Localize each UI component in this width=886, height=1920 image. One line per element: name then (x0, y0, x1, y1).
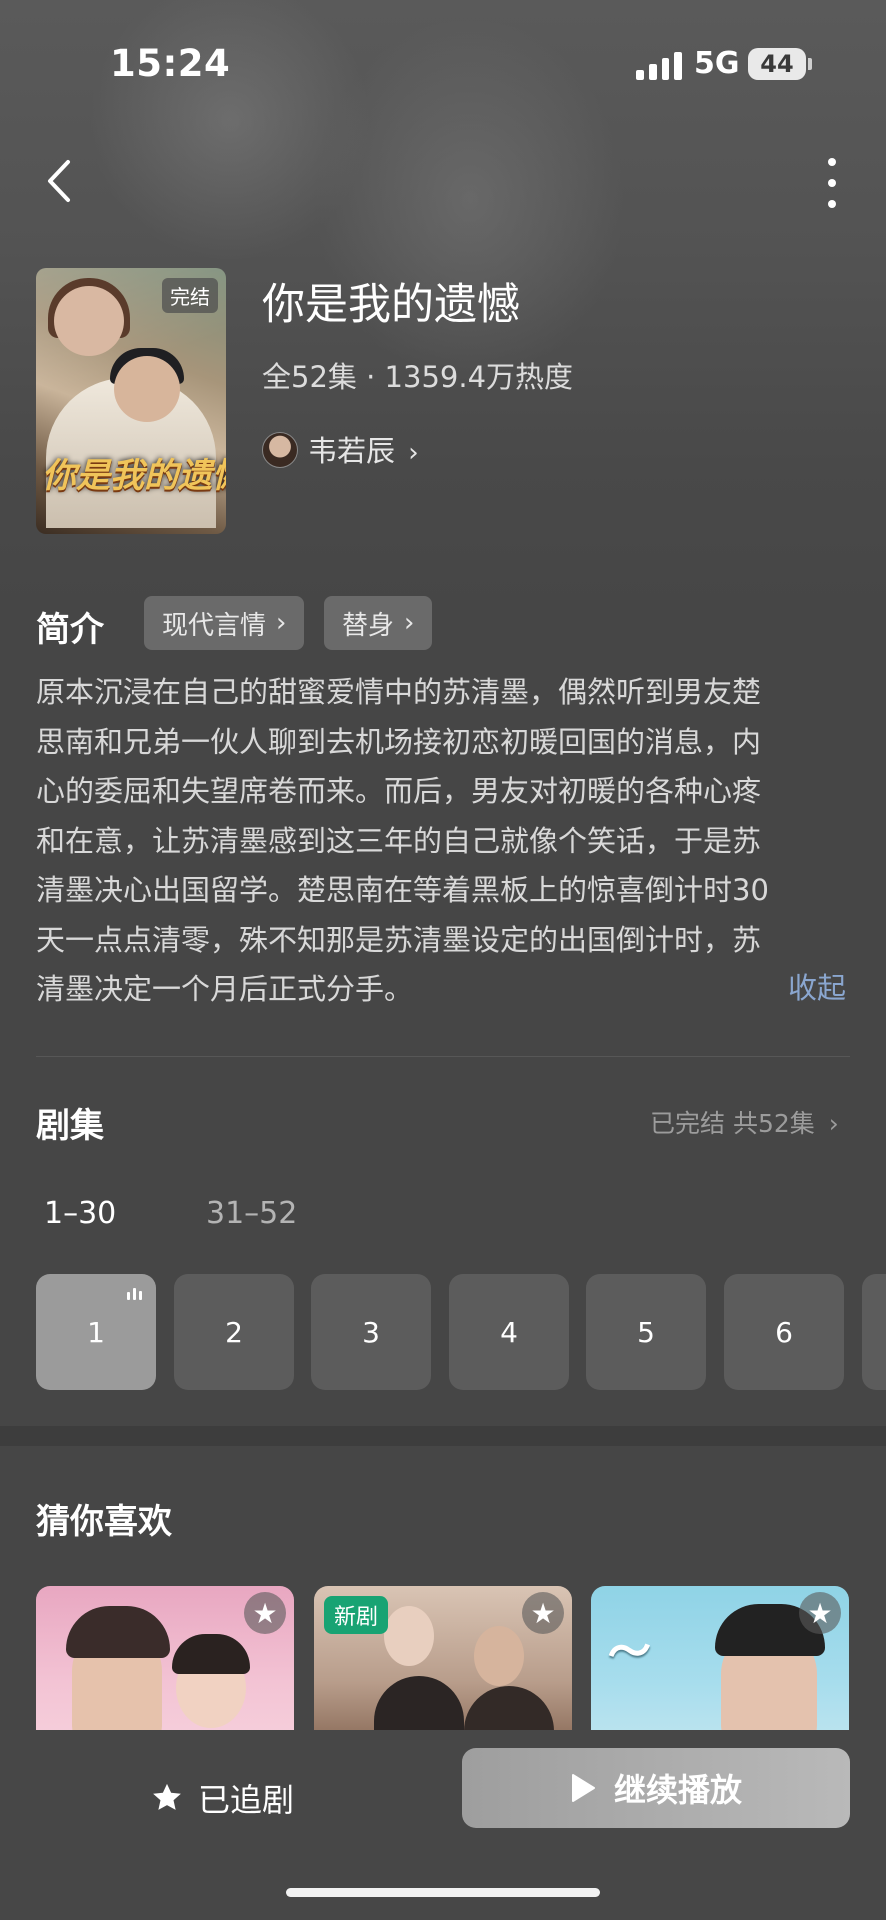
status-time: 15:24 (110, 42, 231, 85)
tag-substitute[interactable]: 替身 › (324, 596, 433, 650)
recommend-card-2[interactable]: 新剧 ★ (314, 1586, 572, 1746)
intro-line: 心的委屈和失望席卷而来。而后，男友对初暖的各种心疼 (36, 774, 762, 808)
section-separator (0, 1426, 886, 1446)
tag-label: 替身 (342, 610, 395, 641)
chevron-right-icon: › (276, 608, 287, 638)
more-options-icon[interactable] (822, 158, 842, 208)
recommend-card-3[interactable]: 〜 ★ (591, 1586, 849, 1746)
battery-icon: 44 (748, 48, 806, 80)
episode-button-next-partial[interactable] (862, 1274, 886, 1390)
new-drama-badge: 新剧 (324, 1596, 389, 1634)
episode-button-4[interactable]: 4 (449, 1274, 569, 1390)
recommend-card-1[interactable]: ★ (36, 1586, 294, 1746)
drama-poster[interactable]: 你是我的遗憾 完结 (36, 268, 226, 534)
episode-number: 2 (225, 1315, 243, 1349)
intro-heading: 简介 (36, 610, 104, 650)
home-indicator (286, 1888, 600, 1897)
tab-range-31-52[interactable]: 31–52 (206, 1196, 297, 1231)
signal-icon (636, 50, 682, 80)
play-icon (571, 1774, 595, 1802)
author-name: 韦若辰 (308, 434, 396, 468)
battery-tip (808, 58, 812, 70)
intro-text: 原本沉浸在自己的甜蜜爱情中的苏清墨，偶然听到男友楚 思南和兄弟一伙人聊到去机场接… (36, 668, 850, 1015)
play-label: 继续播放 (613, 1771, 742, 1809)
episode-button-2[interactable]: 2 (174, 1274, 294, 1390)
episode-number: 6 (775, 1315, 793, 1349)
chevron-right-icon: › (404, 608, 415, 638)
tag-label: 现代言情 (162, 610, 267, 641)
episode-number: 1 (87, 1315, 105, 1349)
drama-meta: 全52集 · 1359.4万热度 (262, 360, 574, 394)
episodes-status-link[interactable]: 已完结 共52集 › (650, 1104, 839, 1140)
network-type: 5G (694, 46, 740, 81)
intro-line: 和在意，让苏清墨感到这三年的自己就像个笑话，于是苏 (36, 823, 762, 858)
chevron-right-icon: › (408, 438, 419, 468)
star-filled-icon (153, 1783, 181, 1810)
episode-button-3[interactable]: 3 (311, 1274, 431, 1390)
collapse-button[interactable]: 收起 (788, 965, 846, 1007)
author-avatar[interactable] (262, 432, 298, 468)
intro-line: 清墨决定一个月后正式分手。 (36, 972, 414, 1006)
favorite-star-icon[interactable]: ★ (244, 1592, 286, 1634)
tab-range-1-30[interactable]: 1–30 (44, 1196, 116, 1231)
episode-number: 4 (500, 1315, 518, 1349)
continue-play-button[interactable]: 继续播放 (462, 1748, 850, 1828)
drama-title: 你是我的遗憾 (262, 280, 520, 330)
favorite-star-icon[interactable]: ★ (522, 1592, 564, 1634)
intro-line: 原本沉浸在自己的甜蜜爱情中的苏清墨，偶然听到男友楚 (36, 675, 762, 709)
author-link[interactable]: 韦若辰 › (308, 428, 419, 470)
tag-modern-romance[interactable]: 现代言情 › (144, 596, 305, 650)
completed-badge: 完结 (162, 278, 218, 313)
poster-title: 你是我的遗憾 (42, 456, 226, 496)
back-icon[interactable] (40, 156, 80, 206)
playing-icon (127, 1288, 142, 1300)
episode-button-6[interactable]: 6 (724, 1274, 844, 1390)
favorite-star-icon[interactable]: ★ (799, 1592, 841, 1634)
episode-button-5[interactable]: 5 (586, 1274, 706, 1390)
follow-label: 已追剧 (198, 1781, 295, 1819)
episodes-heading: 剧集 (36, 1106, 104, 1146)
episodes-status: 已完结 共52集 (650, 1109, 815, 1138)
intro-line: 天一点点清零，殊不知那是苏清墨设定的出国倒计时，苏 (36, 922, 762, 957)
divider (36, 1056, 850, 1057)
intro-line: 清墨决心出国留学。楚思南在等着黑板上的惊喜倒计时30 (36, 873, 769, 907)
intro-line: 思南和兄弟一伙人聊到去机场接初恋初暖回国的消息，内 (36, 724, 762, 759)
episode-button-1[interactable]: 1 (36, 1274, 156, 1390)
episode-number: 5 (637, 1315, 655, 1349)
recommend-heading: 猜你喜欢 (36, 1502, 172, 1542)
chevron-right-icon: › (828, 1109, 839, 1138)
episode-number: 3 (362, 1315, 380, 1349)
follow-button[interactable]: 已追剧 (150, 1770, 294, 1826)
